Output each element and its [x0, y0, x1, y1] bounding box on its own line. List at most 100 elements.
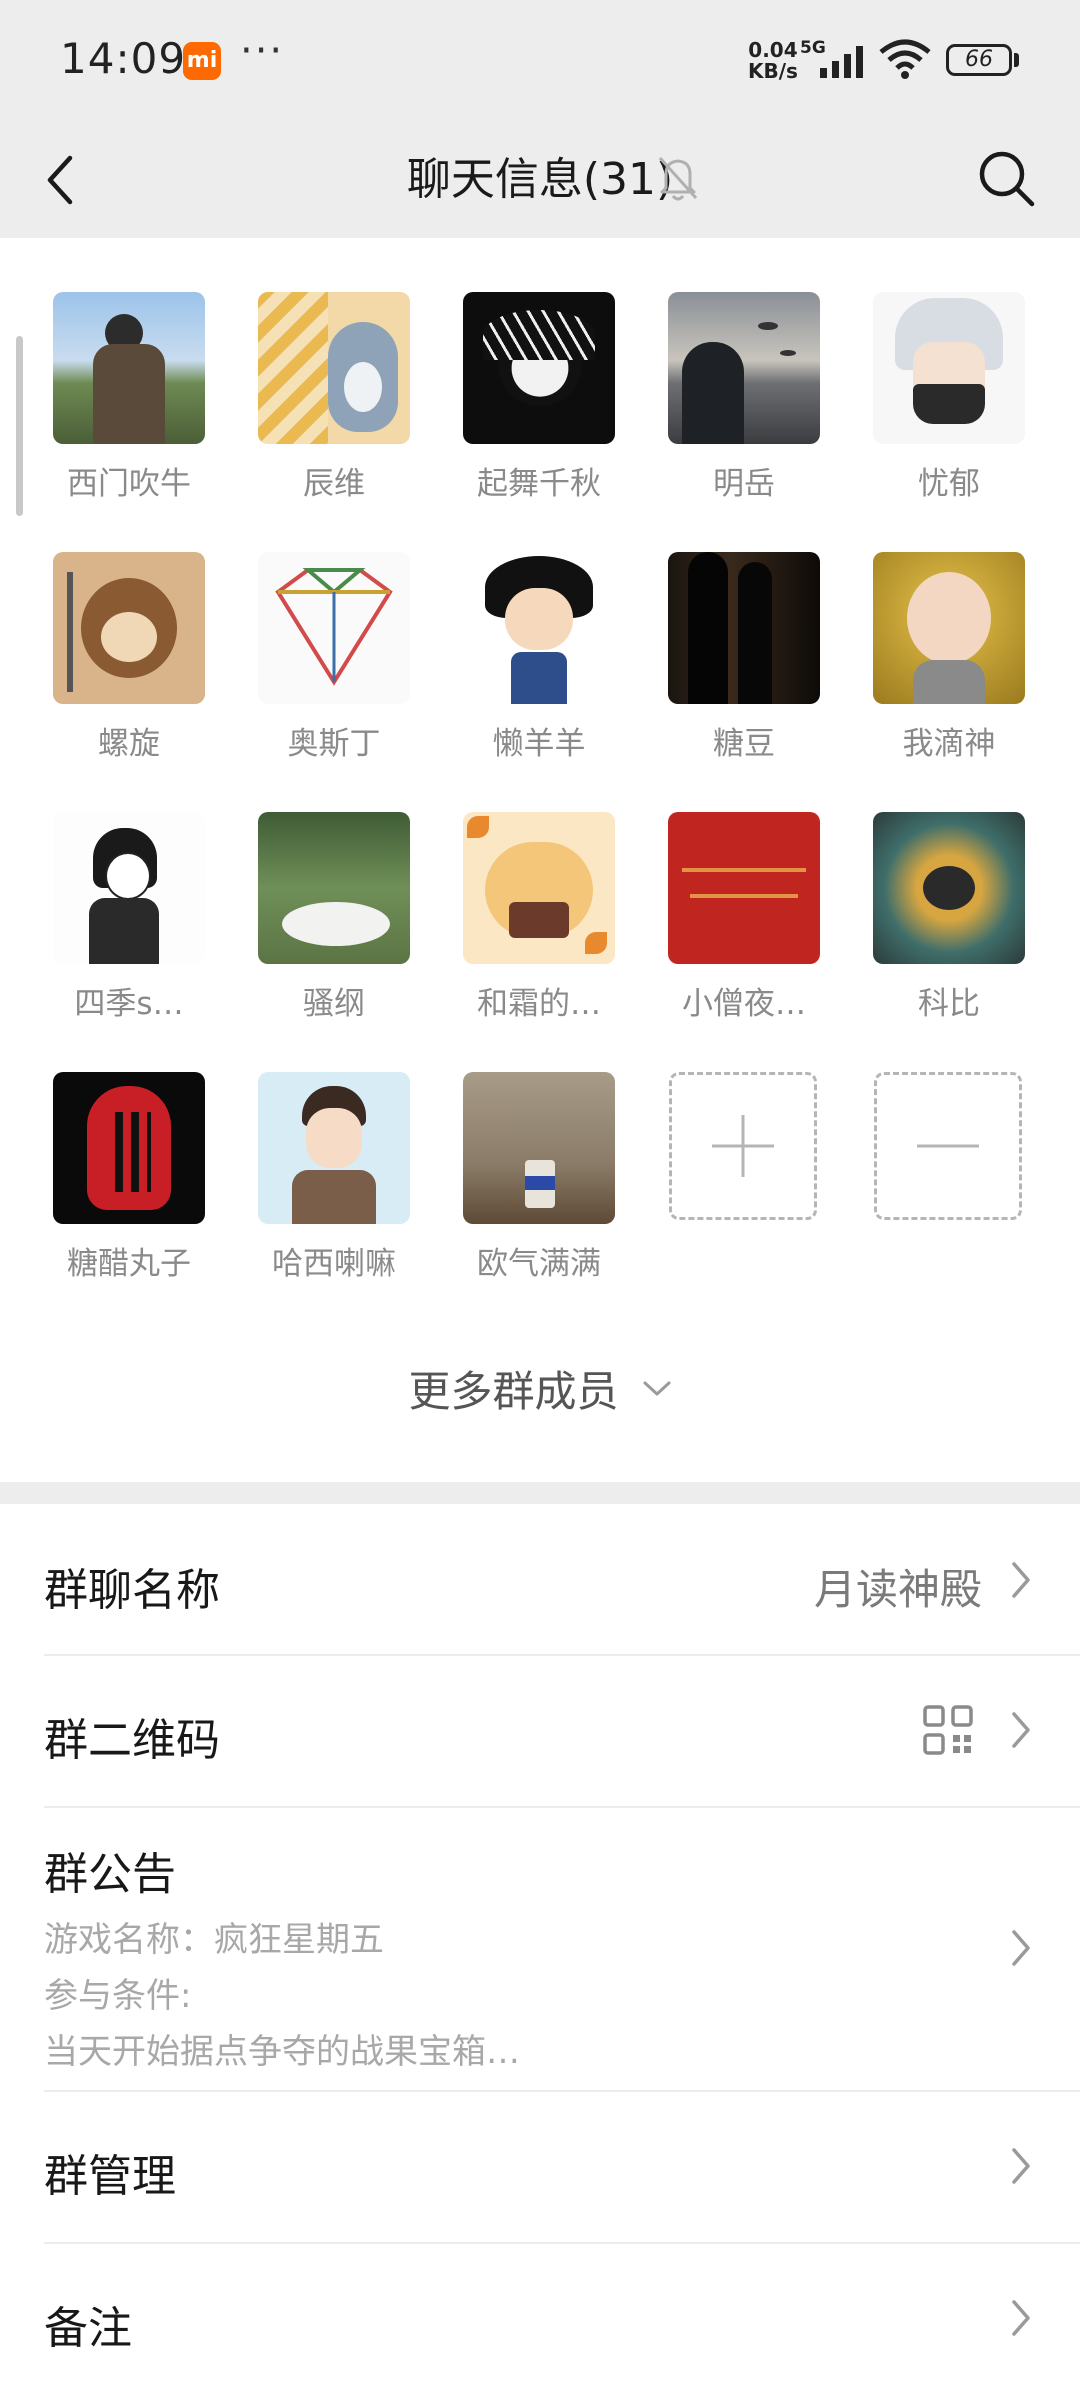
avatar: [873, 812, 1025, 964]
avatar: [258, 552, 410, 704]
avatar: [258, 292, 410, 444]
avatar: [258, 812, 410, 964]
member-name: 奥斯丁: [287, 726, 381, 762]
member-name: 四季s…: [74, 986, 184, 1022]
settings-list: 群聊名称 月读神殿 群二维码 群公告 游戏名称：疯狂星期五 参与条件: 当天开始…: [0, 1504, 1080, 2403]
title-wrap: 聊天信息(31): [0, 122, 1080, 238]
member-item[interactable]: 哈西喇嘛: [258, 1072, 410, 1283]
member-name: 明岳: [713, 466, 775, 502]
member-item[interactable]: 我滴神: [873, 552, 1025, 763]
member-name: 骚纲: [303, 986, 365, 1022]
remark-label: 备注: [44, 2303, 132, 2354]
chevron-right-icon: [1012, 1930, 1030, 1966]
group-qr-label: 群二维码: [44, 1715, 220, 1766]
more-members-label: 更多群成员: [408, 1367, 619, 1416]
diamond-logo-icon: [275, 568, 393, 686]
avatar: [258, 1072, 410, 1224]
more-notifications-icon: ···: [240, 28, 285, 74]
group-manage-row[interactable]: 群管理: [0, 2092, 1080, 2242]
member-item[interactable]: 辰维: [258, 292, 410, 503]
member-item[interactable]: 起舞千秋: [463, 292, 615, 503]
avatar: [53, 1072, 205, 1224]
member-name: 懒羊羊: [492, 726, 586, 762]
status-time: 14:09: [60, 34, 187, 83]
net-speed: 0.04 KB/s: [748, 40, 798, 82]
add-member-button[interactable]: [669, 1072, 817, 1220]
chevron-right-icon: [1012, 2300, 1030, 2336]
plus-icon: [712, 1115, 774, 1177]
search-icon[interactable]: [970, 142, 1042, 214]
member-name: 哈西喇嘛: [272, 1246, 396, 1282]
member-name: 小僧夜…: [682, 986, 806, 1022]
back-icon[interactable]: [30, 144, 100, 214]
members-panel: 西门吹牛 辰维 起舞千秋 明岳 忧郁 螺旋 奥斯丁 懒羊羊 糖豆 我滴神 四季s…: [0, 238, 1080, 1482]
member-item[interactable]: 小僧夜…: [668, 812, 820, 1023]
minus-icon: [917, 1144, 979, 1148]
member-name: 欧气满满: [477, 1246, 601, 1282]
member-name: 糖醋丸子: [67, 1246, 191, 1282]
member-item[interactable]: 和霜的…: [463, 812, 615, 1023]
member-item[interactable]: 科比: [873, 812, 1025, 1023]
avatar: [463, 812, 615, 964]
group-qr-row[interactable]: 群二维码: [0, 1656, 1080, 1806]
net-speed-unit: KB/s: [748, 59, 798, 83]
battery-level: 66: [965, 47, 993, 72]
member-item[interactable]: 西门吹牛: [53, 292, 205, 503]
page-title: 聊天信息(31): [406, 154, 674, 205]
mi-app-icon: mi: [183, 42, 221, 80]
notice-line: 游戏名称：疯狂星期五: [44, 1920, 384, 1960]
scroll-indicator[interactable]: [16, 336, 23, 516]
member-item[interactable]: 明岳: [668, 292, 820, 503]
chevron-right-icon: [1012, 2148, 1030, 2184]
avatar: [873, 292, 1025, 444]
member-name: 糖豆: [713, 726, 775, 762]
avatar: [53, 812, 205, 964]
member-item[interactable]: 糖醋丸子: [53, 1072, 205, 1283]
group-notice-label: 群公告: [44, 1849, 176, 1900]
mute-bell-icon: [658, 156, 698, 201]
member-name: 和霜的…: [477, 986, 601, 1022]
remove-member-button[interactable]: [874, 1072, 1022, 1220]
avatar: [463, 292, 615, 444]
avatar: [873, 552, 1025, 704]
member-item[interactable]: 懒羊羊: [463, 552, 615, 763]
avatar: [668, 552, 820, 704]
member-item[interactable]: 糖豆: [668, 552, 820, 763]
member-name: 螺旋: [98, 726, 160, 762]
avatar: [668, 812, 820, 964]
battery-icon: 66: [946, 44, 1012, 76]
member-name: 科比: [918, 986, 980, 1022]
qr-code-icon: [923, 1705, 973, 1755]
avatar: [463, 1072, 615, 1224]
avatar: [53, 552, 205, 704]
group-name-label: 群聊名称: [44, 1565, 220, 1616]
member-item[interactable]: 螺旋: [53, 552, 205, 763]
avatar: [668, 292, 820, 444]
member-item[interactable]: 骚纲: [258, 812, 410, 1023]
status-bar: 14:09 mi ··· 0.04 KB/s 5G 66: [0, 0, 1080, 122]
signal-icon: [820, 46, 863, 78]
group-name-value: 月读神殿: [813, 1565, 982, 1614]
remark-row[interactable]: 备注: [0, 2244, 1080, 2394]
group-manage-label: 群管理: [44, 2151, 176, 2202]
notice-line: 参与条件:: [44, 1976, 192, 2016]
member-item[interactable]: 奥斯丁: [258, 552, 410, 763]
member-item[interactable]: 忧郁: [873, 292, 1025, 503]
chevron-right-icon: [1012, 1562, 1030, 1598]
member-name: 我滴神: [902, 726, 996, 762]
member-name: 忧郁: [918, 466, 980, 502]
member-name: 西门吹牛: [67, 466, 191, 502]
avatar: [53, 292, 205, 444]
battery-tip: [1014, 53, 1019, 67]
chevron-right-icon: [1012, 1712, 1030, 1748]
group-name-row[interactable]: 群聊名称 月读神殿: [0, 1504, 1080, 1654]
member-item[interactable]: 四季s…: [53, 812, 205, 1023]
chevron-down-icon: [643, 1381, 671, 1395]
member-name: 辰维: [303, 466, 365, 502]
group-notice-row[interactable]: 群公告 游戏名称：疯狂星期五 参与条件: 当天开始据点争夺的战果宝箱…: [0, 1808, 1080, 2090]
member-item[interactable]: 欧气满满: [463, 1072, 615, 1283]
nav-header: 聊天信息(31): [0, 122, 1080, 238]
notice-line: 当天开始据点争夺的战果宝箱…: [44, 2032, 520, 2072]
wifi-icon: [879, 39, 931, 79]
more-members-button[interactable]: 更多群成员: [0, 1358, 1080, 1419]
